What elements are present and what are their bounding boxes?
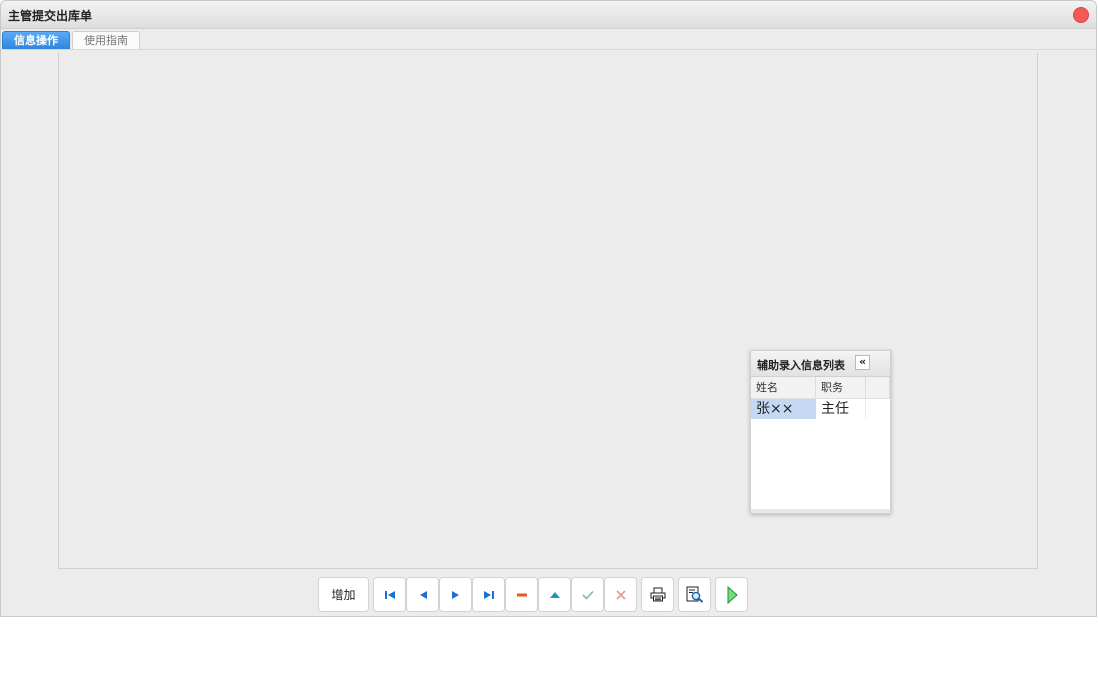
submit-icon	[726, 585, 738, 604]
helper-panel-header: 辅助录入信息列表 «	[751, 351, 890, 377]
column-header-name[interactable]: 姓名	[751, 377, 816, 398]
cell-name[interactable]: 张××	[751, 399, 816, 419]
print-preview-button[interactable]	[678, 577, 711, 612]
first-record-icon	[384, 590, 396, 600]
delete-button[interactable]	[505, 577, 538, 612]
previous-record-icon	[418, 590, 428, 600]
helper-grid-header: 姓名 职务	[751, 377, 890, 399]
previous-record-button[interactable]	[406, 577, 439, 612]
move-up-icon	[549, 591, 561, 599]
cell-spacer	[866, 399, 890, 419]
last-record-icon	[483, 590, 495, 600]
window-title: 主管提交出库单	[8, 9, 93, 23]
table-row[interactable]: 张×× 主任	[751, 399, 890, 419]
next-record-icon	[451, 590, 461, 600]
first-record-button[interactable]	[373, 577, 406, 612]
cell-position[interactable]: 主任	[816, 399, 866, 419]
cancel-icon	[615, 589, 626, 600]
form-canvas	[58, 53, 1038, 569]
tab-bar: 信息操作 使用指南	[1, 29, 1096, 50]
confirm-button[interactable]	[571, 577, 604, 612]
next-record-button[interactable]	[439, 577, 472, 612]
helper-panel-scrollbar[interactable]	[751, 509, 890, 513]
app-window: 主管提交出库单 信息操作 使用指南	[0, 0, 1097, 617]
column-header-position[interactable]: 职务	[816, 377, 866, 398]
add-button-label: 增加	[331, 588, 356, 602]
delete-icon	[516, 592, 528, 598]
helper-input-panel: 辅助录入信息列表 « 姓名 职务 张×× 主任	[750, 350, 891, 514]
print-button[interactable]	[641, 577, 674, 612]
collapse-button[interactable]: «	[855, 355, 870, 370]
print-preview-icon	[686, 586, 704, 603]
add-button[interactable]: 增加	[318, 577, 369, 612]
title-bar: 主管提交出库单	[1, 1, 1096, 29]
confirm-icon	[581, 590, 594, 600]
tab-info-operation[interactable]: 信息操作	[2, 31, 70, 49]
last-record-button[interactable]	[472, 577, 505, 612]
submit-button[interactable]	[715, 577, 748, 612]
move-up-button[interactable]	[538, 577, 571, 612]
column-header-spacer	[866, 377, 890, 398]
close-button[interactable]	[1073, 7, 1089, 23]
helper-panel-title: 辅助录入信息列表	[757, 359, 845, 372]
cancel-button[interactable]	[604, 577, 637, 612]
tab-user-guide[interactable]: 使用指南	[72, 31, 140, 49]
print-icon	[650, 587, 666, 602]
